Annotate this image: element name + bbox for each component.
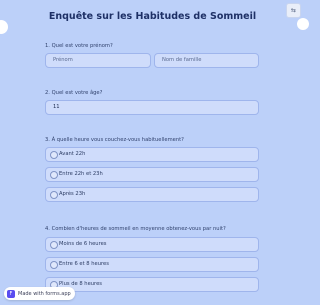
- bedtime-option-after-23h[interactable]: Après 23h: [45, 187, 259, 202]
- option-label: Moins de 6 heures: [59, 241, 107, 247]
- form-title: Enquête sur les Habitudes de Sommeil: [48, 11, 257, 22]
- option-label: Après 23h: [59, 191, 86, 197]
- forms-app-logo-icon: F: [7, 289, 15, 298]
- radio-button[interactable]: [50, 171, 58, 179]
- radio-button[interactable]: [50, 151, 58, 159]
- bedtime-option-22h-23h[interactable]: Entre 22h et 23h: [45, 167, 259, 182]
- sleep-hours-option-6-8[interactable]: Entre 6 et 8 heures: [45, 257, 259, 272]
- question-1-label: 1. Quel est votre prénom?: [45, 43, 113, 49]
- age-value: 11: [53, 104, 60, 110]
- sleep-hours-option-more-8[interactable]: Plus de 8 heures: [45, 277, 259, 292]
- first-name-input[interactable]: Prénom: [45, 53, 151, 68]
- option-label: Avant 22h: [59, 151, 86, 157]
- question-3-label: 3. À quelle heure vous couchez-vous habi…: [45, 137, 184, 143]
- badge-text: Made with forms.app: [18, 290, 71, 297]
- age-input[interactable]: 11: [45, 100, 259, 115]
- radio-button[interactable]: [50, 241, 58, 249]
- radio-button[interactable]: [50, 191, 58, 199]
- question-4-label: 4. Combien d'heures de sommeil en moyenn…: [45, 226, 226, 232]
- sleep-hours-option-less-6[interactable]: Moins de 6 heures: [45, 237, 259, 252]
- radio-button[interactable]: [50, 261, 58, 269]
- first-name-placeholder: Prénom: [53, 57, 73, 63]
- made-with-forms-app-badge[interactable]: F Made with forms.app: [4, 287, 75, 300]
- bedtime-option-before-22h[interactable]: Avant 22h: [45, 147, 259, 162]
- decorative-cloud-left: [0, 20, 8, 34]
- question-2-label: 2. Quel est votre âge?: [45, 90, 103, 96]
- last-name-input[interactable]: Nom de famille: [154, 53, 259, 68]
- last-name-placeholder: Nom de famille: [162, 57, 202, 63]
- option-label: Entre 22h et 23h: [59, 171, 103, 177]
- option-label: Entre 6 et 8 heures: [59, 261, 109, 267]
